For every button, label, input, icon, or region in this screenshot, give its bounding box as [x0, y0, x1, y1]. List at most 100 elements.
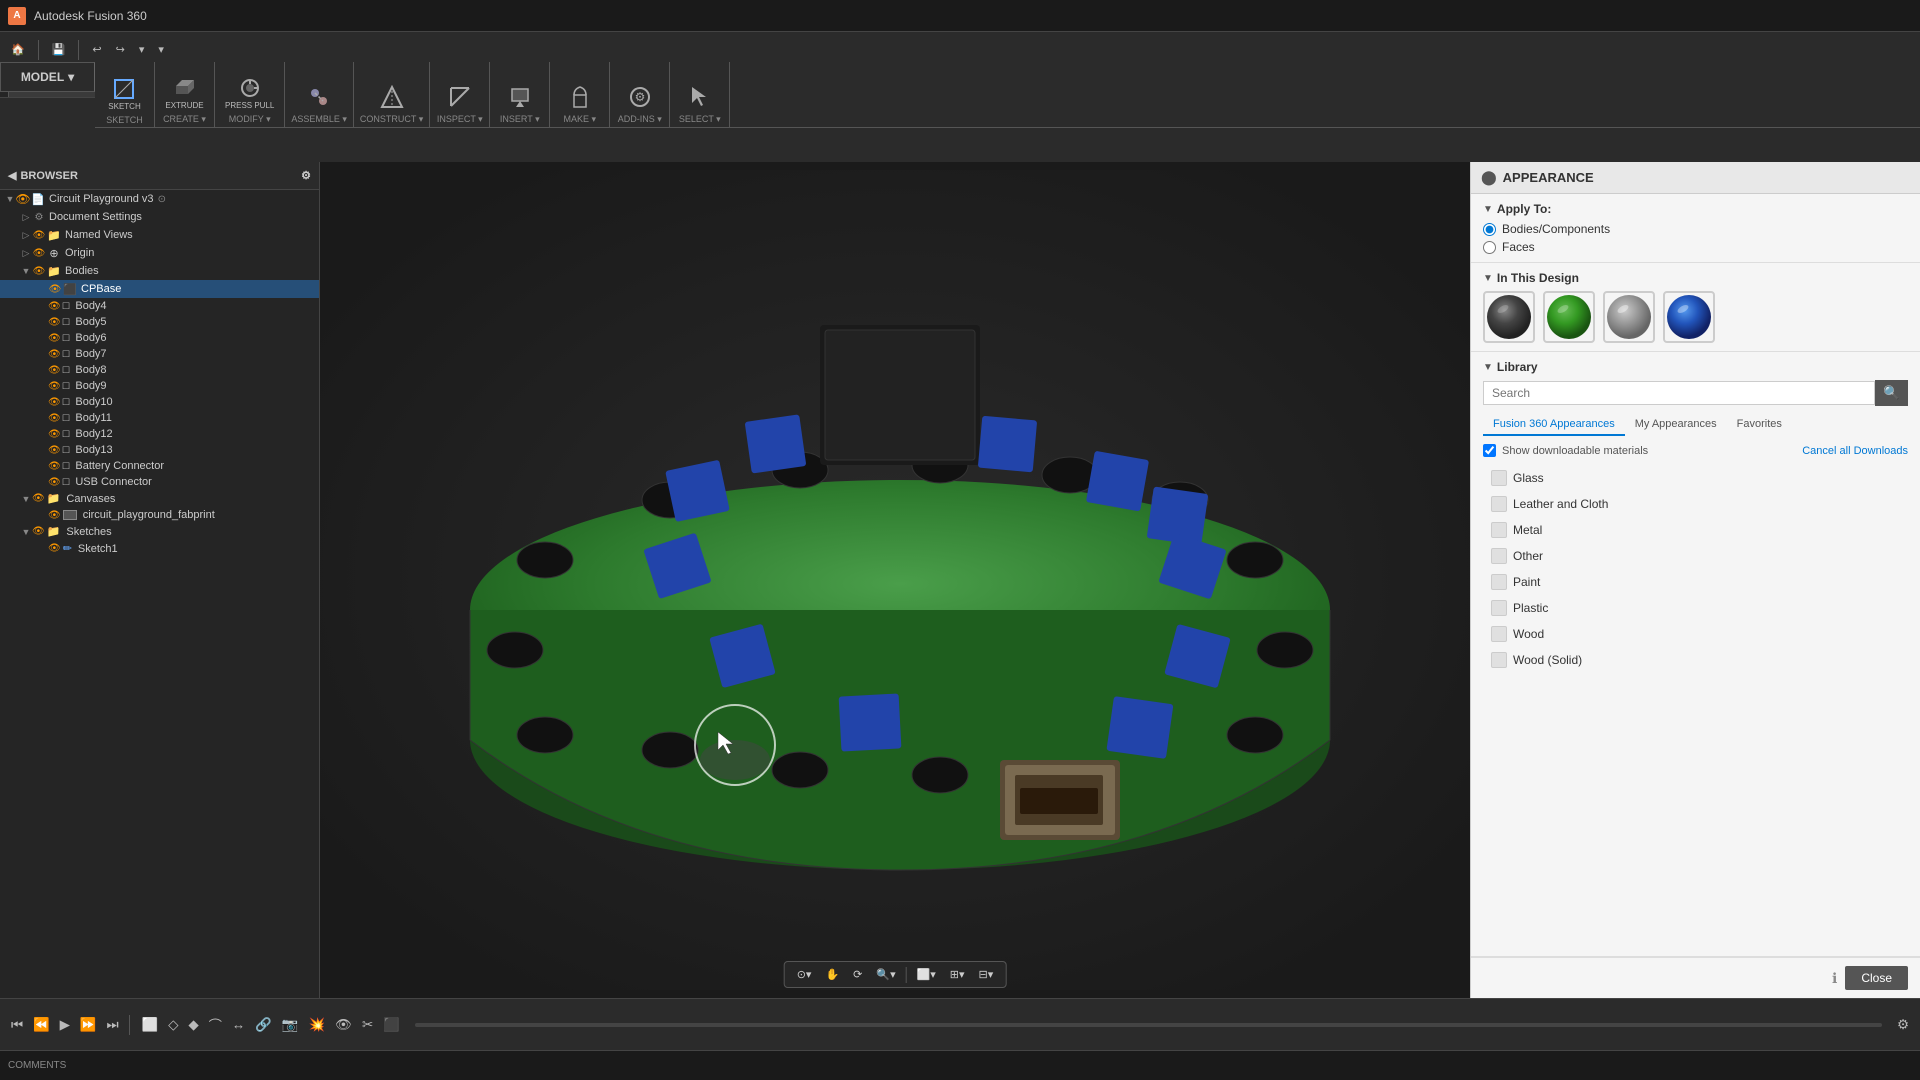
- tree-item-body6[interactable]: 👁□Body6: [0, 330, 319, 346]
- tree-item-docSettings[interactable]: ▷ ⚙ Document Settings: [0, 208, 319, 226]
- anim-next-btn[interactable]: ⏩: [77, 1014, 100, 1036]
- create-sketch-btn[interactable]: SKETCH: [104, 75, 144, 113]
- toggle-origin[interactable]: ▷: [20, 247, 32, 259]
- insert-btn[interactable]: [502, 83, 538, 112]
- anim-last-btn[interactable]: ⏭: [103, 1014, 121, 1036]
- select-btn[interactable]: [682, 83, 718, 112]
- settings-btn[interactable]: ⚙: [1894, 1014, 1912, 1036]
- vis-namedViews[interactable]: 👁: [32, 228, 46, 242]
- faces-radio[interactable]: [1483, 241, 1496, 254]
- cat-glass[interactable]: Glass: [1483, 465, 1908, 491]
- root-extra[interactable]: ⊙: [158, 194, 166, 205]
- anim-explode-btn[interactable]: 💥: [305, 1014, 328, 1036]
- extrude-btn[interactable]: EXTRUDE: [161, 74, 207, 112]
- in-design-header[interactable]: ▼ In This Design: [1483, 271, 1908, 285]
- redo-dropdown-btn[interactable]: ▾: [153, 40, 169, 59]
- tree-item-body7[interactable]: 👁□Body7: [0, 346, 319, 362]
- cat-metal[interactable]: Metal: [1483, 517, 1908, 543]
- cat-plastic[interactable]: Plastic: [1483, 595, 1908, 621]
- tree-item-fabprint[interactable]: 👁 circuit_playground_fabprint: [0, 507, 319, 523]
- home-btn[interactable]: 🏠: [6, 40, 30, 59]
- light-metal-swatch[interactable]: [1603, 291, 1655, 343]
- vis-cpbase[interactable]: 👁: [48, 282, 62, 296]
- tree-item-body5[interactable]: 👁□Body5: [0, 314, 319, 330]
- show-downloadable-checkbox[interactable]: [1483, 444, 1496, 457]
- grid-btn[interactable]: ⊞▾: [944, 965, 971, 984]
- search-submit-btn[interactable]: 🔍: [1875, 380, 1908, 406]
- tree-item-body13[interactable]: 👁□Body13: [0, 442, 319, 458]
- cat-wood[interactable]: Wood: [1483, 621, 1908, 647]
- tree-item-canvases[interactable]: ▼ 👁 📁 Canvases: [0, 490, 319, 507]
- anim-prev-btn[interactable]: ⏪: [30, 1014, 53, 1036]
- tree-item-body10[interactable]: 👁□Body10: [0, 394, 319, 410]
- toggle-sketches[interactable]: ▼: [20, 526, 32, 538]
- addins-btn[interactable]: ⚙: [622, 83, 658, 112]
- vis-docSettings[interactable]: ⚙: [32, 210, 46, 224]
- model-dropdown[interactable]: MODEL ▾: [0, 62, 95, 92]
- anim-visibility-btn[interactable]: 👁: [332, 1014, 355, 1036]
- construct-btn[interactable]: [374, 83, 410, 112]
- timeline-bar[interactable]: [415, 1023, 1882, 1027]
- anim-section-btn[interactable]: ✂: [359, 1014, 376, 1036]
- anim-frame-btn[interactable]: ⬜: [138, 1014, 161, 1036]
- tree-item-battConn[interactable]: 👁□Battery Connector: [0, 458, 319, 474]
- undo-dropdown-btn[interactable]: ▾: [134, 40, 150, 59]
- green-swatch[interactable]: [1543, 291, 1595, 343]
- vis-root[interactable]: 👁: [16, 192, 30, 206]
- toggle-root[interactable]: ▼: [4, 193, 16, 205]
- anim-extra-btn[interactable]: ⬛: [380, 1014, 403, 1036]
- anim-first-btn[interactable]: ⏮: [8, 1014, 26, 1036]
- redo-toolbar-btn[interactable]: ↪: [111, 40, 130, 59]
- tab-my-appearances[interactable]: My Appearances: [1625, 414, 1727, 436]
- anim-motion-btn[interactable]: ↔: [229, 1014, 248, 1035]
- toggle-namedViews[interactable]: ▷: [20, 229, 32, 241]
- toggle-canvases[interactable]: ▼: [20, 493, 32, 505]
- pan-btn[interactable]: ⟳: [847, 965, 868, 984]
- display-btn[interactable]: ⬜▾: [911, 965, 942, 984]
- tree-item-namedViews[interactable]: ▷ 👁 📁 Named Views: [0, 226, 319, 244]
- comments-btn[interactable]: COMMENTS: [8, 1060, 66, 1071]
- save-btn[interactable]: 💾: [47, 40, 71, 59]
- tree-item-body12[interactable]: 👁□Body12: [0, 426, 319, 442]
- toggle-docSettings[interactable]: ▷: [20, 211, 32, 223]
- vis-origin[interactable]: 👁: [32, 246, 46, 260]
- apply-to-header[interactable]: ▼ Apply To:: [1483, 202, 1908, 216]
- cat-paint[interactable]: Paint: [1483, 569, 1908, 595]
- cat-leather[interactable]: Leather and Cloth: [1483, 491, 1908, 517]
- assemble-btn[interactable]: [301, 83, 337, 112]
- browser-content[interactable]: ▼ 👁 📄 Circuit Playground v3 ⊙ ▷ ⚙ Docume…: [0, 190, 319, 998]
- anim-key-btn[interactable]: ◆: [185, 1014, 201, 1036]
- toggle-bodies[interactable]: ▼: [20, 265, 32, 277]
- anim-play-btn[interactable]: ▶: [57, 1014, 73, 1036]
- cat-other[interactable]: Other: [1483, 543, 1908, 569]
- modify-btn[interactable]: PRESS PULL: [221, 74, 278, 112]
- vis-bodies[interactable]: 👁: [32, 264, 46, 278]
- tree-item-body11[interactable]: 👁□Body11: [0, 410, 319, 426]
- zoom-btn[interactable]: 🔍▾: [870, 965, 901, 984]
- anim-camera-btn[interactable]: 📷: [279, 1014, 302, 1036]
- anim-point-btn[interactable]: ◇: [165, 1014, 181, 1036]
- close-appearance-btn[interactable]: Close: [1845, 966, 1908, 990]
- tree-item-body9[interactable]: 👁□Body9: [0, 378, 319, 394]
- tree-item-usbConn[interactable]: 👁□USB Connector: [0, 474, 319, 490]
- tree-item-root[interactable]: ▼ 👁 📄 Circuit Playground v3 ⊙: [0, 190, 319, 208]
- browser-collapse-btn[interactable]: ◀: [8, 169, 16, 182]
- blue-swatch[interactable]: [1663, 291, 1715, 343]
- orbit-btn[interactable]: ✋: [819, 965, 845, 984]
- search-input[interactable]: [1483, 381, 1875, 405]
- cat-wood-solid[interactable]: Wood (Solid): [1483, 647, 1908, 673]
- tree-item-cpbase[interactable]: 👁 ⬛ CPBase: [0, 280, 319, 298]
- anim-curve-btn[interactable]: ⌒: [206, 1012, 225, 1037]
- tree-item-origin[interactable]: ▷ 👁 ⊕ Origin: [0, 244, 319, 262]
- bodies-components-radio[interactable]: [1483, 223, 1496, 236]
- tree-item-sketches[interactable]: ▼ 👁 📁 Sketches: [0, 523, 319, 540]
- tree-item-body4[interactable]: 👁□Body4: [0, 298, 319, 314]
- library-header[interactable]: ▼ Library: [1483, 360, 1908, 374]
- tree-item-sketch1[interactable]: 👁 ✏ Sketch1: [0, 540, 319, 557]
- undo-toolbar-btn[interactable]: ↩: [87, 40, 106, 59]
- inspect-btn[interactable]: [442, 83, 478, 112]
- browser-filter-btn[interactable]: ⚙: [301, 169, 311, 182]
- anim-joint-btn[interactable]: 🔗: [252, 1014, 275, 1036]
- tab-favorites[interactable]: Favorites: [1727, 414, 1792, 436]
- viewport[interactable]: ⊙▾ ✋ ⟳ 🔍▾ ⬜▾ ⊞▾ ⊟▾: [320, 162, 1470, 998]
